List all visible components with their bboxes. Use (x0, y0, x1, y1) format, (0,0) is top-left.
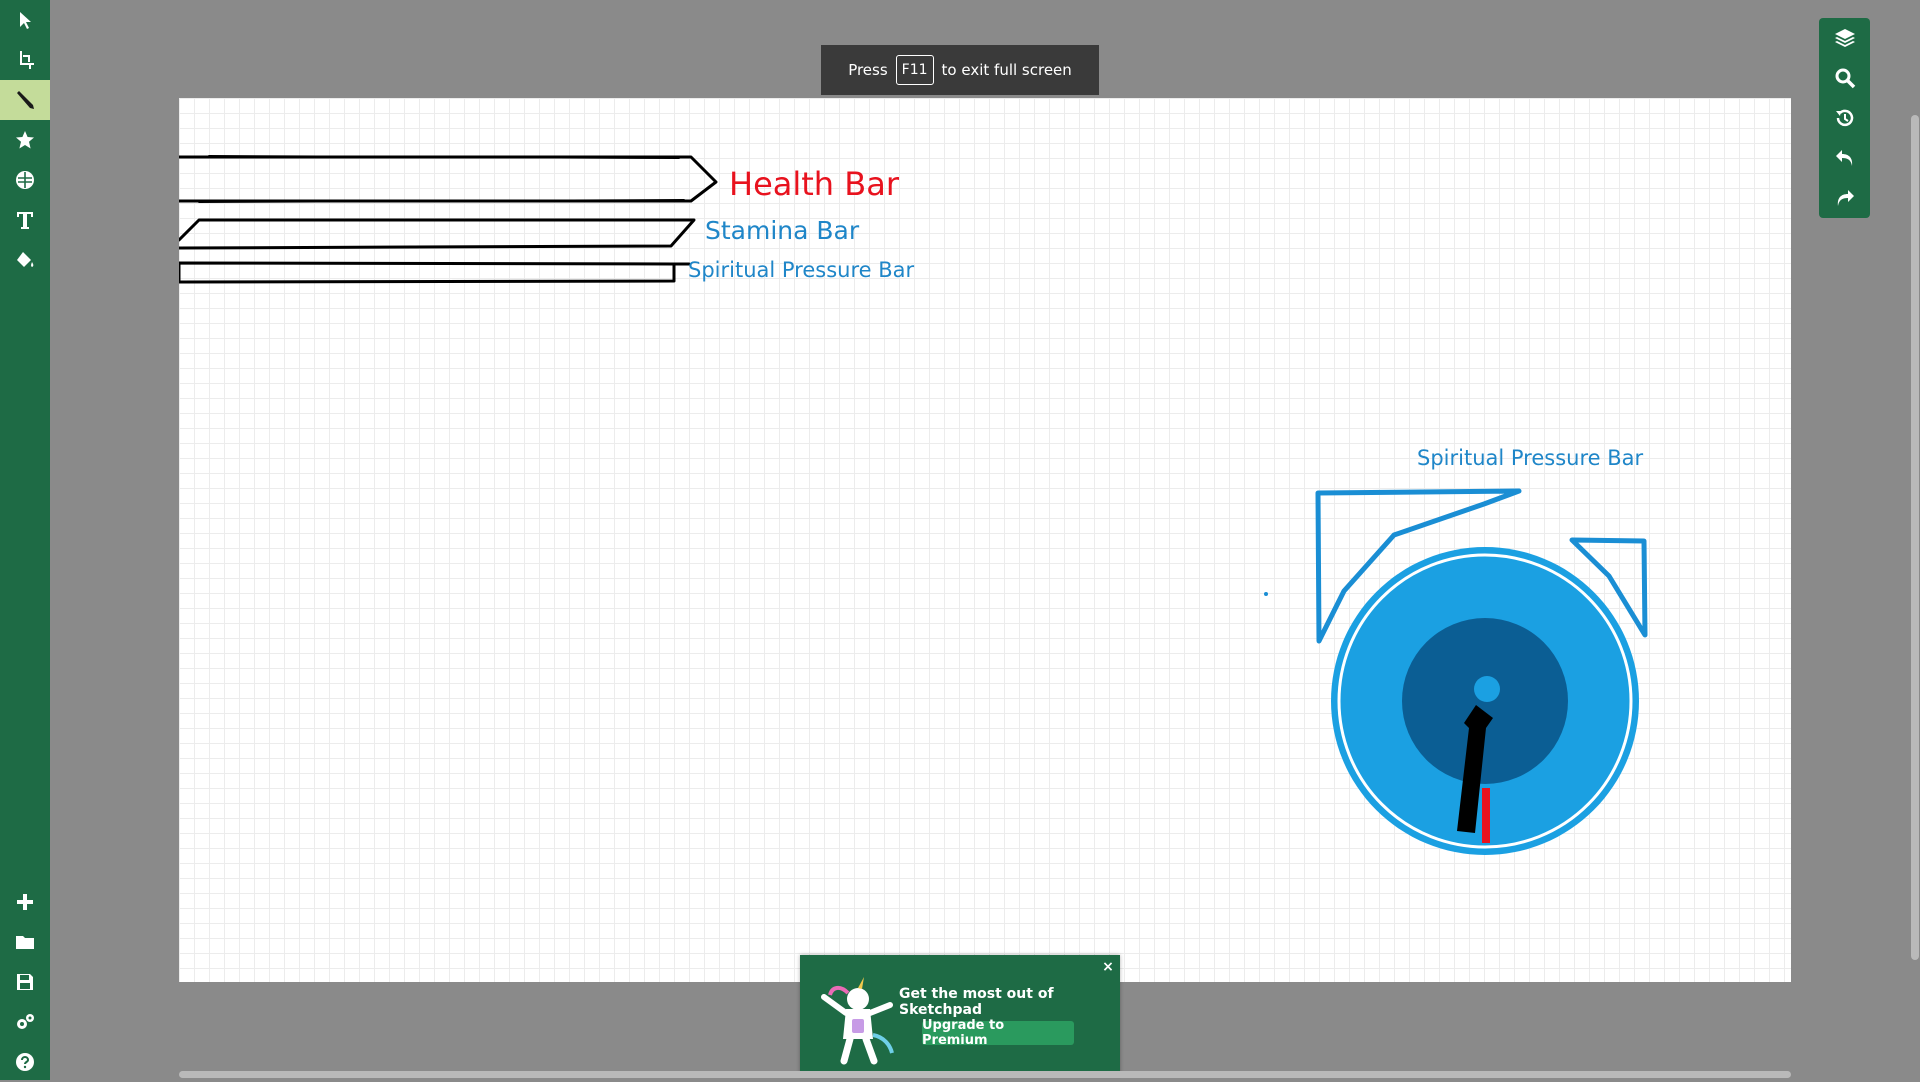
text-icon (17, 212, 33, 229)
new-button[interactable] (0, 882, 50, 922)
health-bar-label: Health Bar (729, 165, 899, 203)
redo-button[interactable] (1819, 178, 1870, 218)
promo-title: Get the most out of Sketchpad (899, 986, 1054, 1018)
undo-icon (1835, 150, 1852, 166)
fullscreen-key: F11 (895, 55, 934, 85)
horizontal-scrollbar[interactable] (179, 1071, 1791, 1078)
layers-icon (1834, 29, 1855, 47)
unicorn-mascot-icon (821, 977, 894, 1065)
stray-dot (1264, 592, 1268, 596)
redo-icon (1837, 190, 1854, 206)
crop-tool-button[interactable] (0, 40, 50, 80)
text-tool-button[interactable] (0, 200, 50, 240)
cursor-arrow-icon (20, 12, 31, 29)
open-button[interactable] (0, 922, 50, 962)
help-icon (16, 1053, 34, 1071)
fullscreen-notice-prefix: Press (848, 61, 888, 79)
drawing-canvas[interactable]: Health Bar Stamina Bar Spiritual Pressur… (179, 98, 1791, 982)
pen-icon (17, 91, 34, 109)
health-bar-sketch (179, 155, 718, 203)
shapes-tool-button[interactable] (0, 160, 50, 200)
star-icon (16, 131, 34, 149)
undo-button[interactable] (1819, 138, 1870, 178)
stickers-tool-button[interactable] (0, 120, 50, 160)
spiritual-pressure-bar-sketch (179, 261, 691, 284)
folder-icon (16, 936, 34, 949)
gauge-marker (1482, 788, 1490, 843)
stamina-bar-sketch (179, 218, 696, 250)
left-toolbar (0, 0, 50, 1080)
help-button[interactable] (0, 1042, 50, 1082)
pressure-gauge (1331, 547, 1639, 855)
fullscreen-notice: Press F11 to exit full screen (821, 45, 1099, 95)
plus-icon (17, 894, 33, 910)
premium-promo-popup: × Get the most out of Sketchpad Upgrade … (800, 955, 1120, 1075)
sketch-drawing (179, 155, 1648, 855)
settings-button[interactable] (0, 1002, 50, 1042)
zoom-button[interactable] (1819, 58, 1870, 98)
vertical-scrollbar[interactable] (1911, 115, 1919, 960)
fullscreen-notice-suffix: to exit full screen (941, 61, 1072, 79)
select-tool-button[interactable] (0, 0, 50, 40)
save-button[interactable] (0, 962, 50, 1002)
upgrade-premium-button[interactable]: Upgrade to Premium (922, 1018, 1074, 1048)
fill-tool-button[interactable] (0, 240, 50, 280)
gauge-title-label: Spiritual Pressure Bar (1417, 446, 1644, 470)
save-icon (17, 974, 33, 990)
right-toolbar (1819, 18, 1870, 218)
history-button[interactable] (1819, 98, 1870, 138)
spiritual-pressure-bar-label: Spiritual Pressure Bar (688, 258, 915, 282)
paint-bucket-icon (17, 252, 34, 267)
stamina-bar-label: Stamina Bar (705, 216, 860, 245)
gears-icon (17, 1014, 34, 1029)
pen-tool-button[interactable] (0, 80, 50, 120)
history-icon (1835, 109, 1853, 127)
close-icon[interactable]: × (1100, 959, 1116, 975)
search-icon (1835, 68, 1855, 89)
globe-icon (16, 171, 34, 189)
layers-button[interactable] (1819, 18, 1870, 58)
crop-icon (20, 51, 34, 69)
